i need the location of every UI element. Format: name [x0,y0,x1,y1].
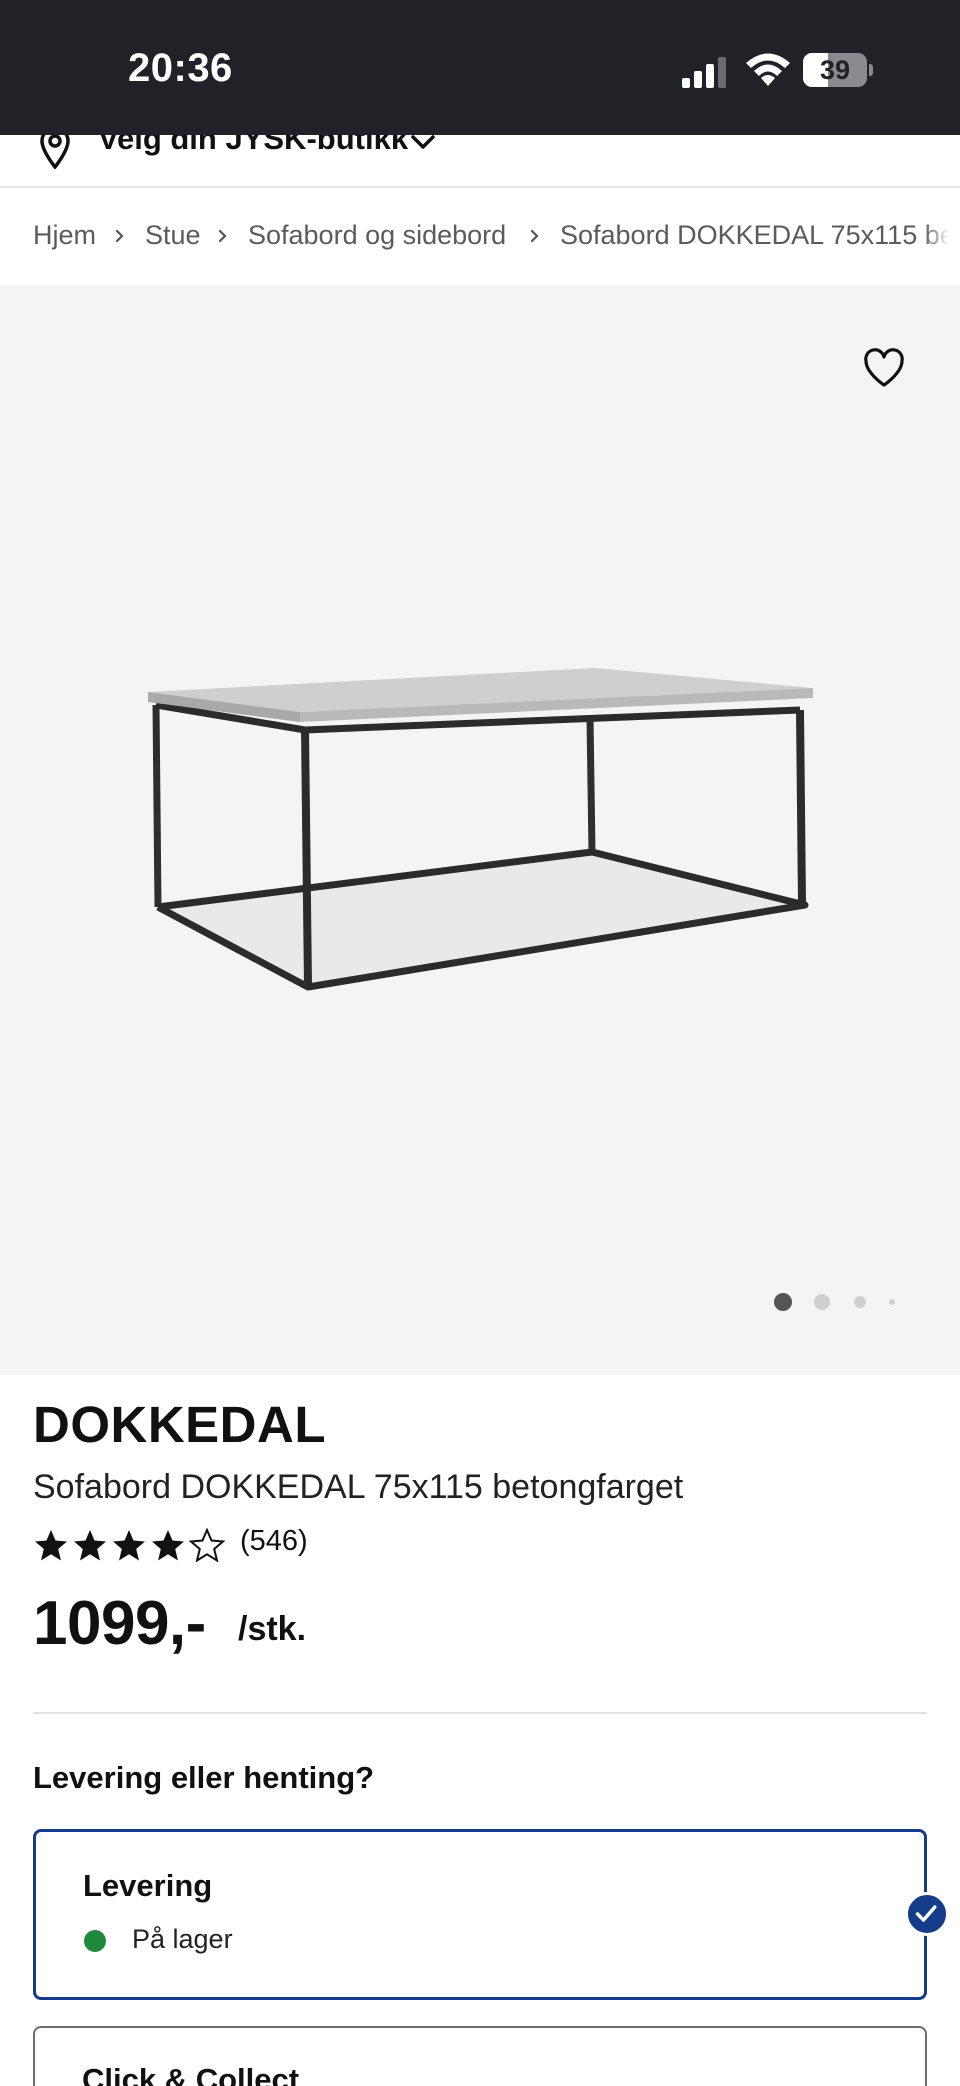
cellular-signal-icon [682,57,726,88]
delivery-option-click-collect[interactable]: Click & Collect [33,2026,927,2086]
delivery-option-levering[interactable]: Levering På lager [33,1829,927,2000]
store-selector[interactable]: Velg din JYSK-butikk [0,135,960,188]
star-filled-icon [74,1530,106,1561]
divider [33,1712,927,1714]
chevron-right-icon [218,229,227,243]
product-image [148,668,813,991]
store-selector-label[interactable]: Velg din JYSK-butikk [98,135,408,157]
gallery-dot[interactable] [814,1294,830,1310]
in-stock-indicator [84,1930,106,1952]
heart-icon[interactable] [862,348,906,388]
breadcrumb-item-hjem[interactable]: Hjem [33,220,96,251]
star-filled-icon [113,1530,145,1561]
gallery-pagination[interactable] [770,1291,900,1311]
product-brand: DOKKEDAL [33,1396,326,1453]
battery-level: 39 [819,55,851,85]
location-pin-icon [40,135,70,169]
gallery-dot[interactable] [889,1299,895,1305]
star-empty-icon [189,1528,225,1562]
breadcrumb-item-stue[interactable]: Stue [145,220,201,251]
checkmark-icon [905,1892,949,1936]
product-name: Sofabord DOKKEDAL 75x115 betongfarget [33,1468,684,1506]
gallery-dot[interactable] [774,1293,792,1311]
delivery-option-title: Levering [83,1868,213,1903]
battery-icon: 39 [803,53,873,87]
breadcrumb-item-category[interactable]: Sofabord og sidebord [248,220,506,251]
review-count[interactable]: (546) [240,1525,308,1558]
chevron-down-icon[interactable] [410,135,436,151]
breadcrumb-item-current: Sofabord DOKKEDAL 75x115 betongfarget [560,220,960,250]
product-rating[interactable]: (546) [33,1525,433,1565]
delivery-heading: Levering eller henting? [33,1760,375,1795]
delivery-option-title: Click & Collect [82,2062,300,2086]
price-unit: /stk. [238,1610,307,1648]
status-bar: 20:36 39 [0,0,960,135]
wifi-icon [746,53,790,86]
status-time: 20:36 [128,46,233,90]
product-price: 1099,- [33,1589,206,1658]
chevron-right-icon [530,229,539,243]
chevron-right-icon [115,229,124,243]
gallery-dot[interactable] [854,1296,866,1308]
breadcrumb: Hjem Stue Sofabord og sidebord Sofabord … [0,190,960,285]
star-filled-icon [35,1530,67,1561]
stock-status: På lager [132,1924,233,1954]
star-filled-icon [152,1530,184,1561]
